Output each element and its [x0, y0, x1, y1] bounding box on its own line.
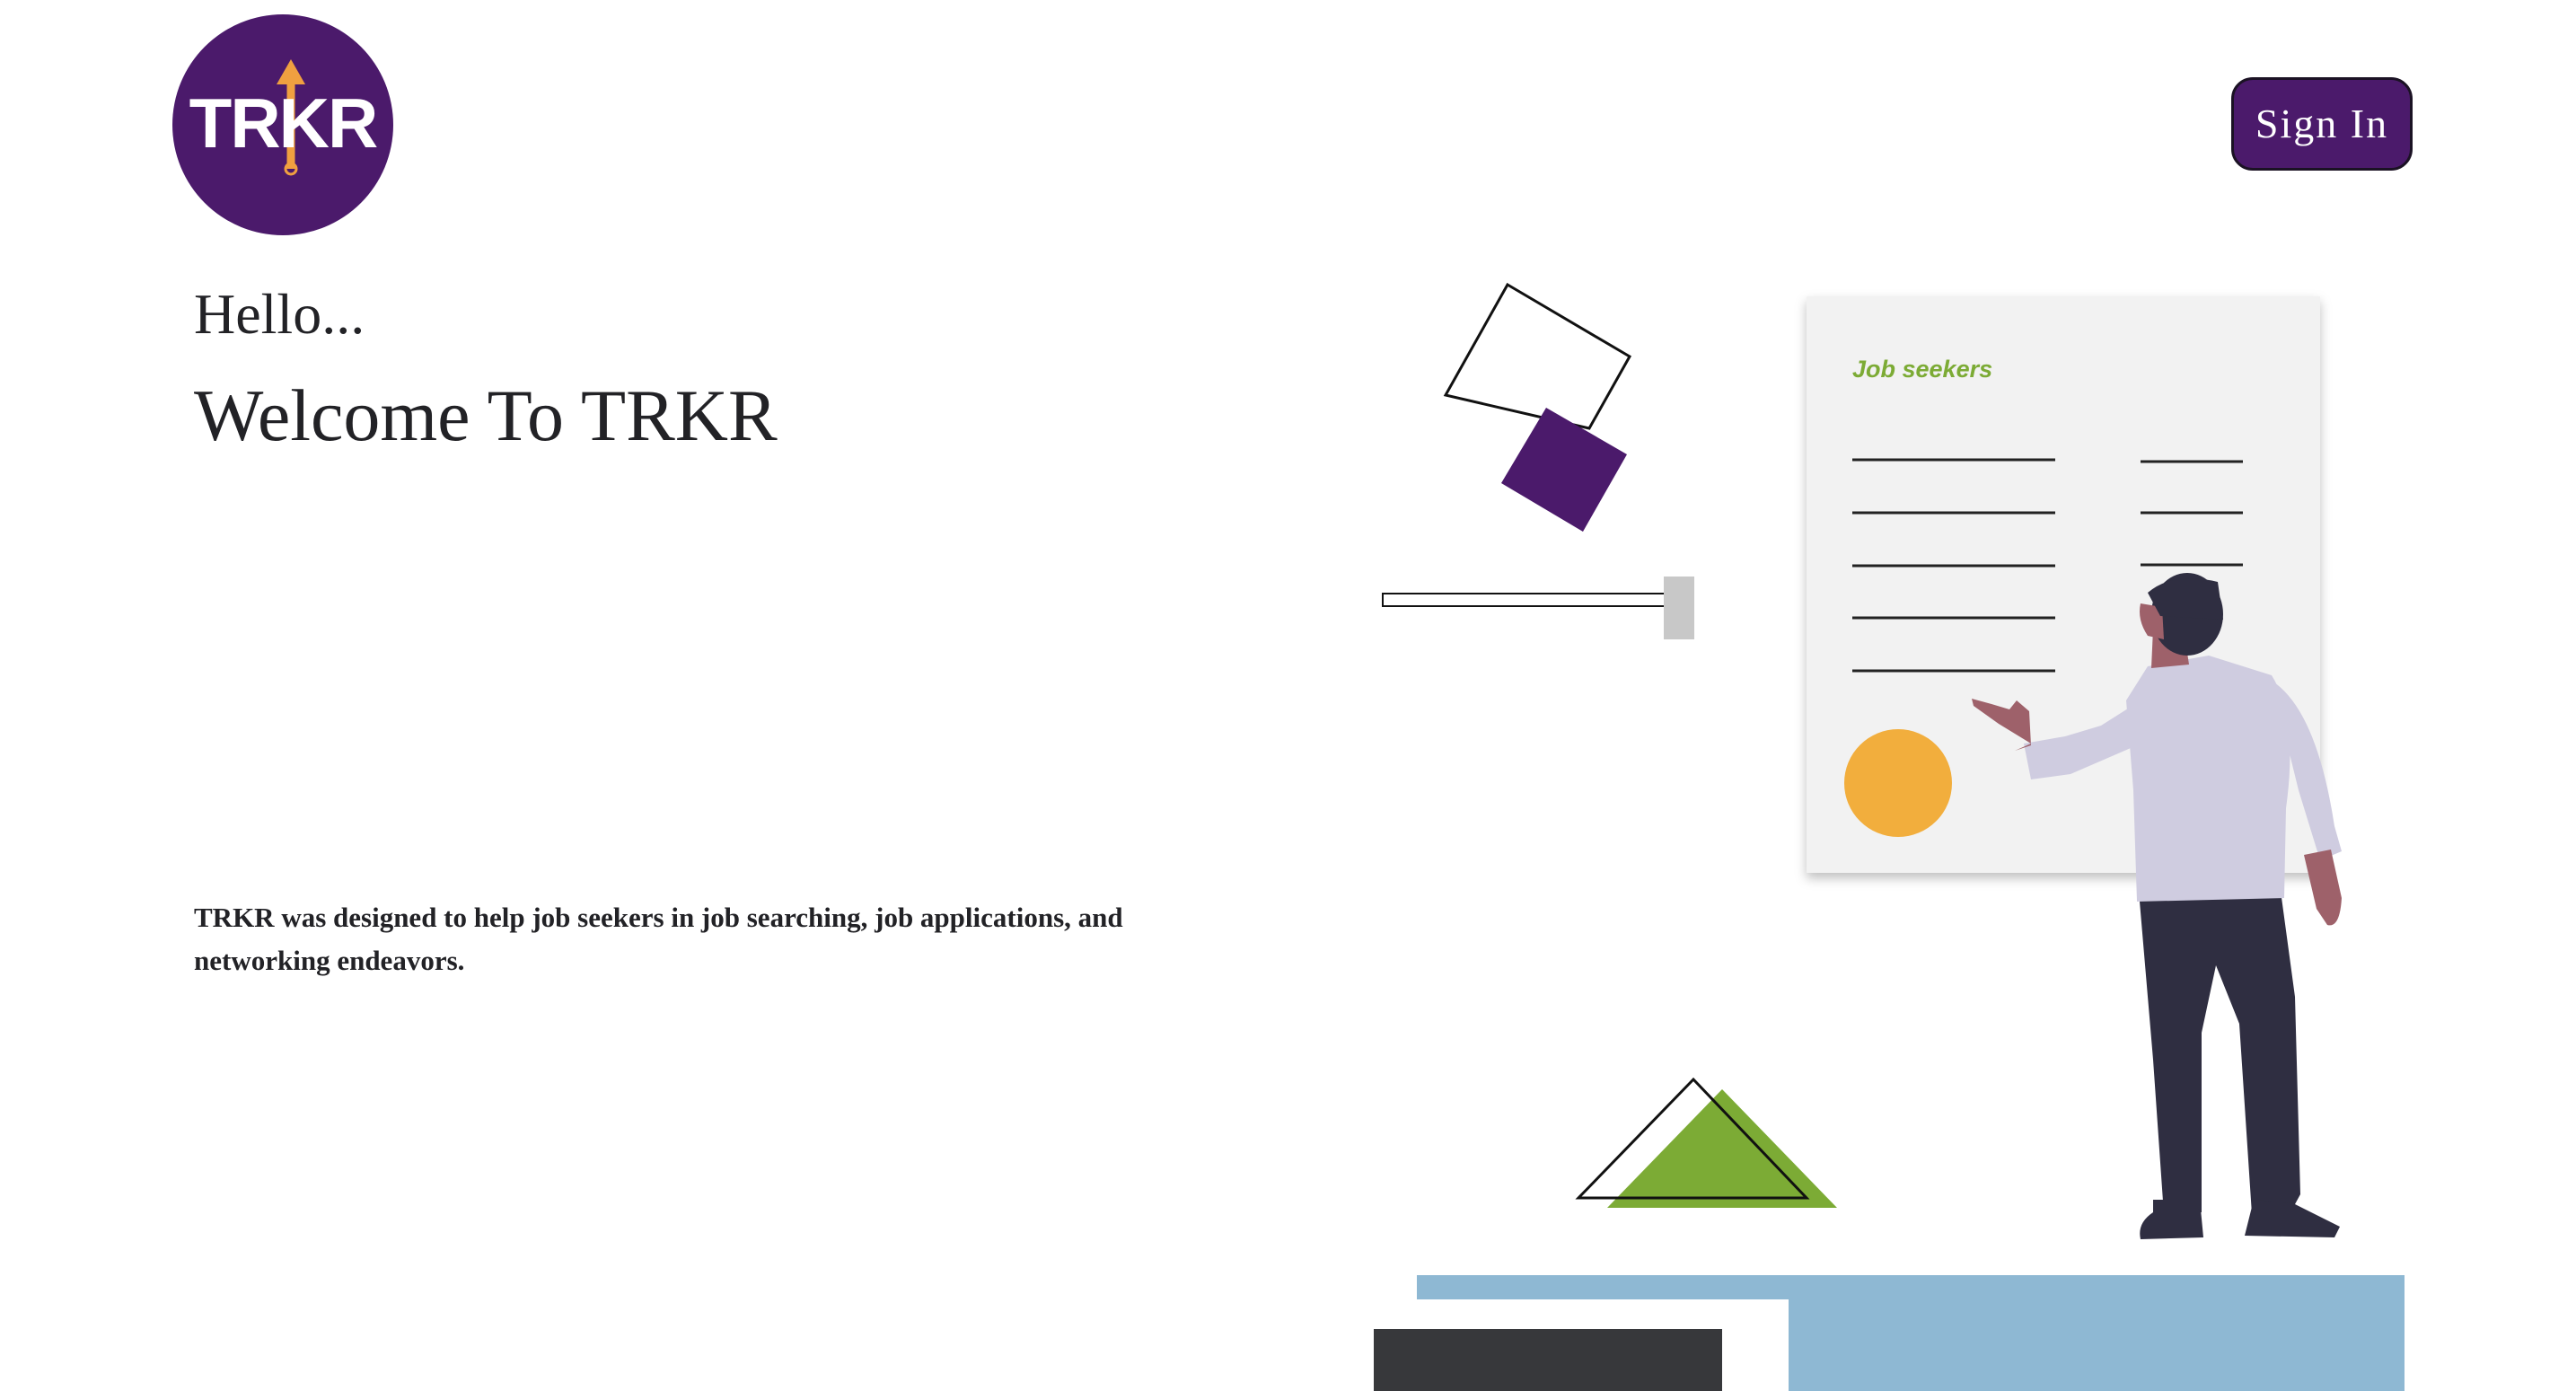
hero-illustration: Job seekers — [1374, 282, 2405, 1391]
yellow-circle — [1844, 729, 1952, 837]
dark-block — [1374, 1329, 1722, 1391]
slider-handle — [1664, 577, 1694, 639]
purple-square — [1501, 408, 1627, 532]
slider-track — [1382, 593, 1669, 607]
outline-square — [1443, 282, 1632, 430]
board-label: Job seekers — [1852, 356, 1992, 383]
green-triangle — [1607, 1089, 1837, 1208]
